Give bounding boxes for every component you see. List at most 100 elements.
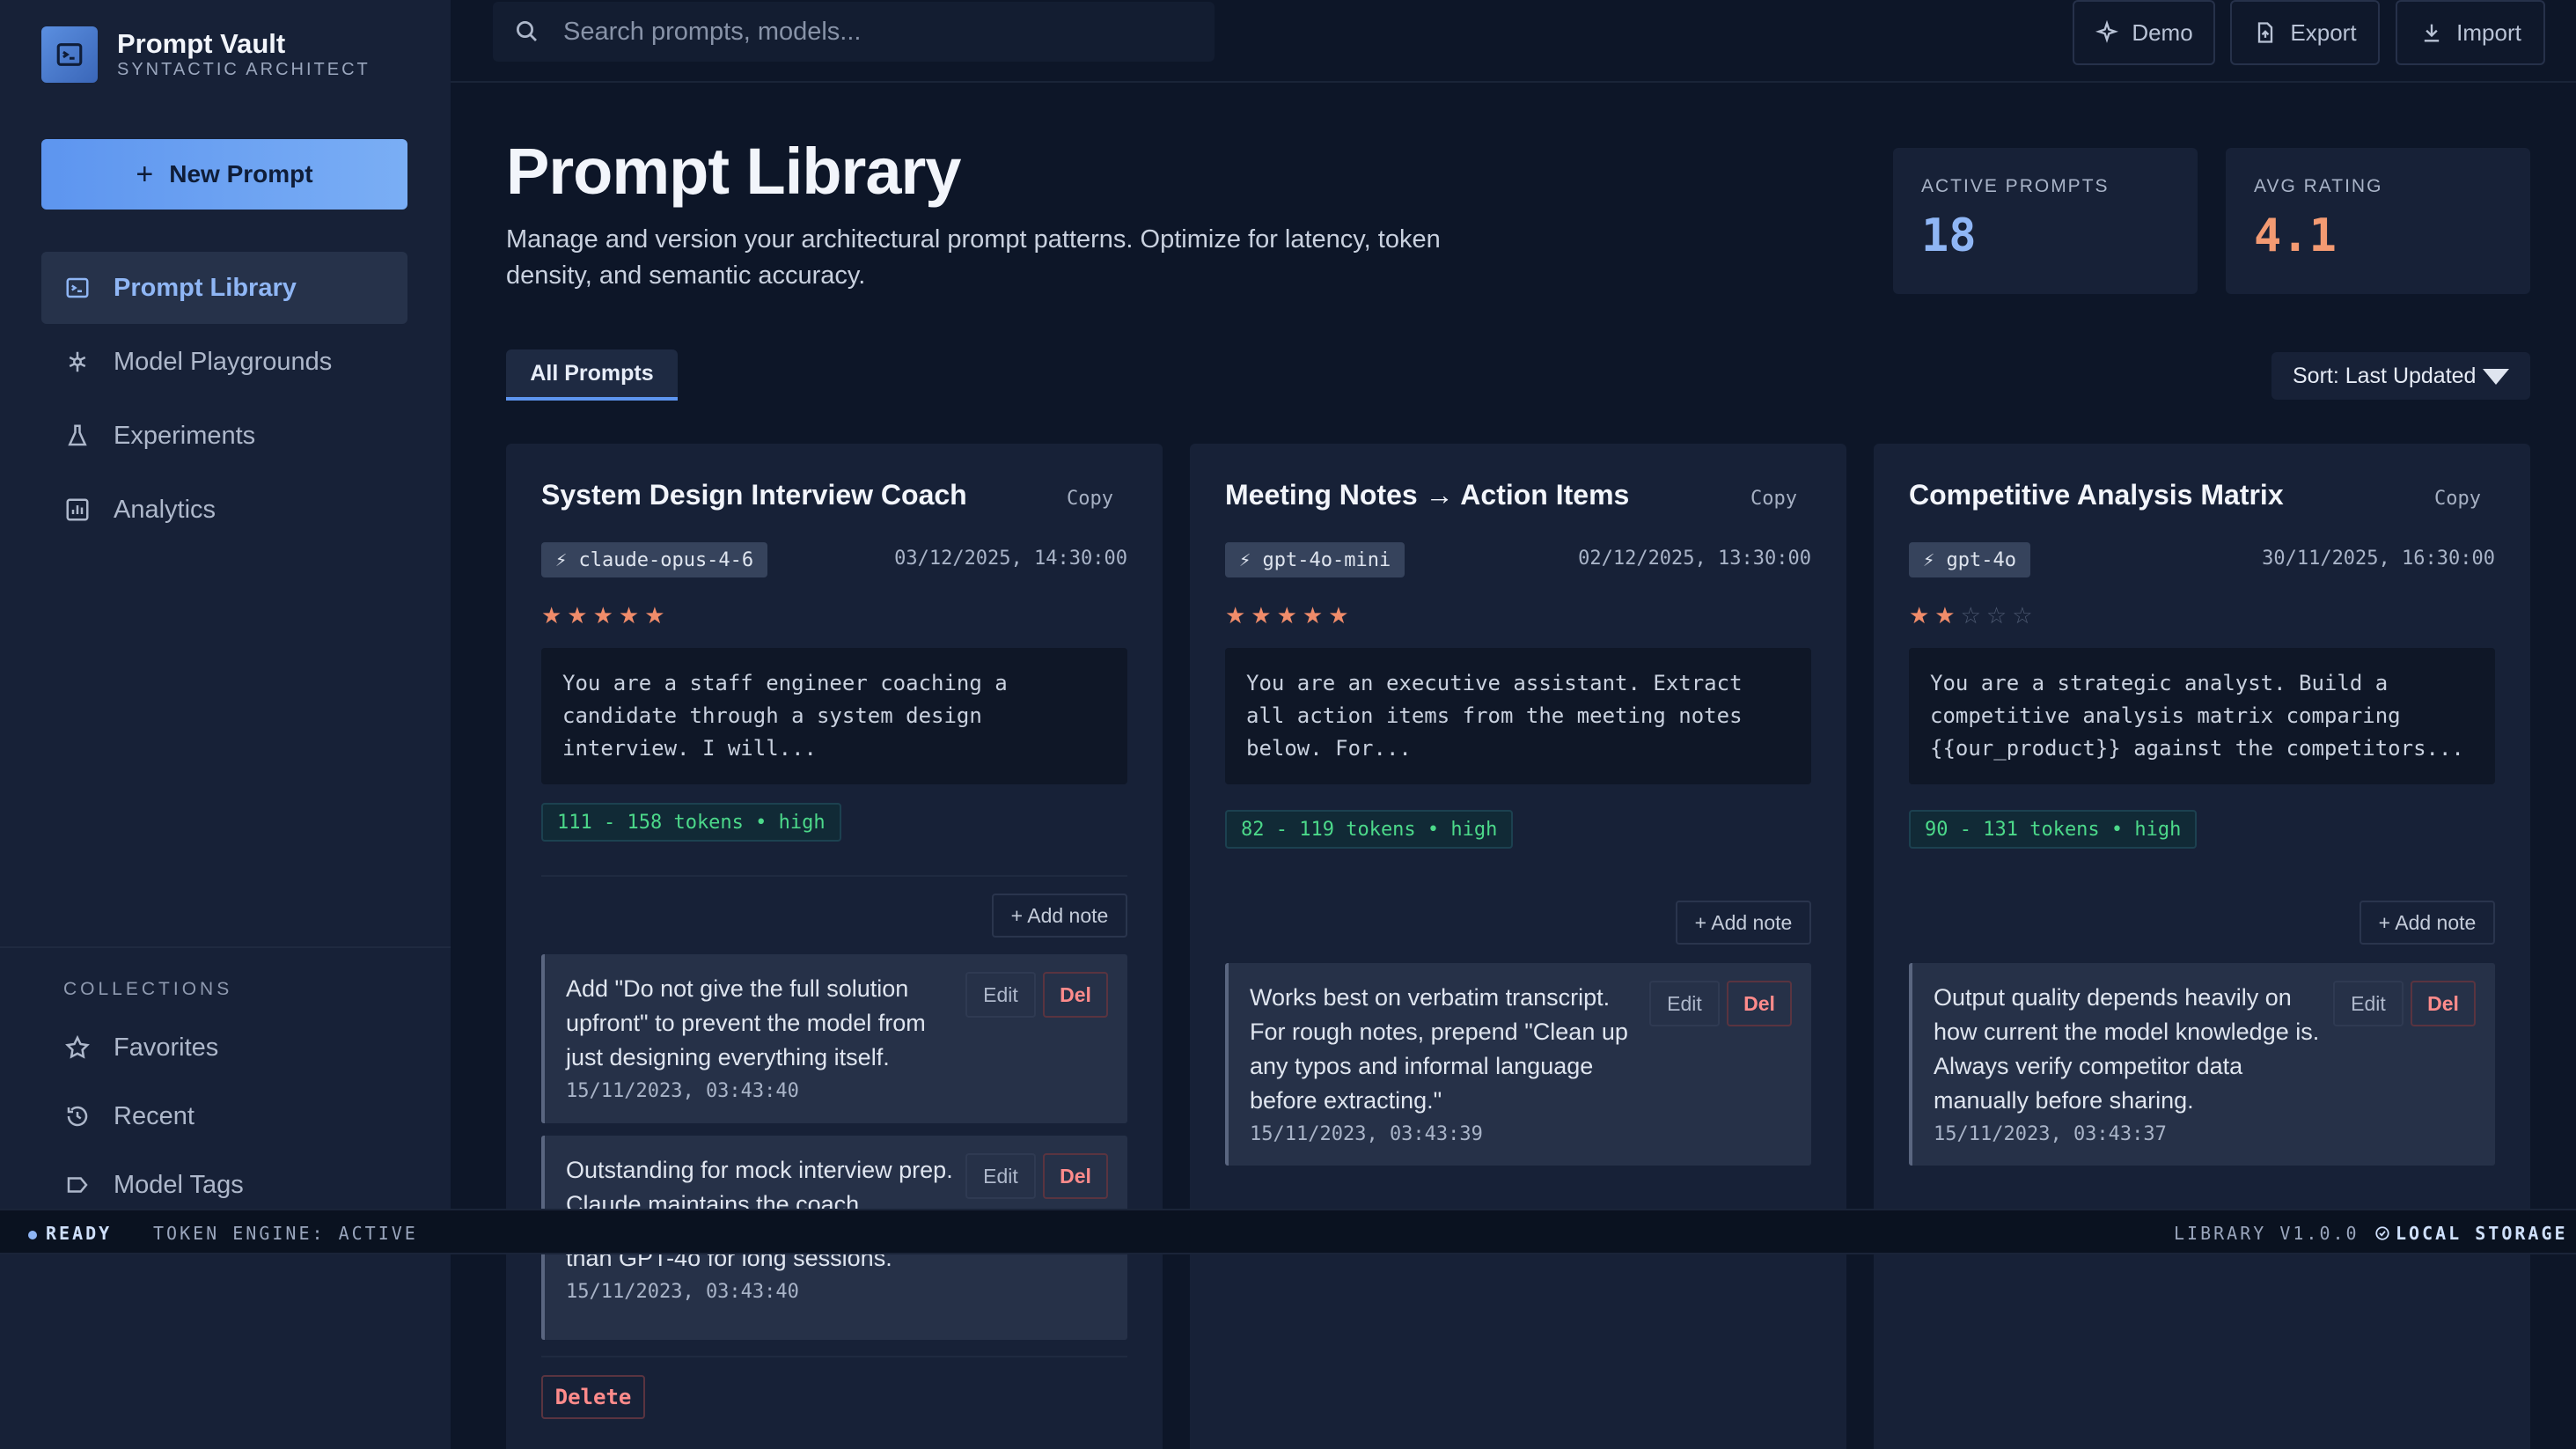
top-bar: Demo Export Import <box>451 0 2576 83</box>
note-delete-button[interactable]: Del <box>1043 972 1108 1018</box>
model-tag: ⚡ gpt-4o <box>1909 542 2030 577</box>
stat-label: AVG RATING <box>2254 176 2383 196</box>
card-date: 30/11/2025, 16:30:00 <box>2262 548 2495 570</box>
note-edit-button[interactable]: Edit <box>2333 981 2404 1026</box>
sort-select[interactable]: Sort: Last Updated <box>2271 352 2530 400</box>
sidebar-item-analytics[interactable]: Analytics <box>41 474 407 546</box>
note-edit-button[interactable]: Edit <box>965 1153 1036 1199</box>
prompt-preview[interactable]: You are a staff engineer coaching a cand… <box>541 648 1127 784</box>
sidebar-item-label: Prompt Library <box>114 273 297 302</box>
status-storage: LOCAL STORAGE <box>2374 1223 2568 1244</box>
search-input[interactable] <box>563 17 1179 47</box>
add-note-button[interactable]: + Add note <box>992 894 1127 938</box>
download-icon <box>2424 24 2440 42</box>
add-note-button[interactable]: + Add note <box>1676 901 1811 945</box>
sidebar-item-recent[interactable]: Recent <box>41 1083 407 1150</box>
star-rating[interactable]: ★★★★★ <box>541 602 671 629</box>
card-title: Competitive Analysis Matrix <box>1909 479 2284 511</box>
status-storage-label: LOCAL STORAGE <box>2396 1223 2568 1244</box>
chart-icon <box>66 498 89 521</box>
note-text: Works best on verbatim transcript. For r… <box>1250 984 1628 1114</box>
sparkle-icon <box>2095 20 2119 43</box>
copy-button[interactable]: Copy <box>1750 488 1797 510</box>
note-delete-button[interactable]: Del <box>1043 1153 1108 1199</box>
status-ready-label: READY <box>46 1223 113 1244</box>
status-ready: READY <box>28 1223 112 1244</box>
card-divider <box>541 875 1127 877</box>
star-rating[interactable]: ★★★★★ <box>1225 602 1354 629</box>
star-icon <box>65 1034 90 1059</box>
demo-label: Demo <box>2132 18 2193 46</box>
note-date: 15/11/2023, 03:43:40 <box>566 1281 799 1303</box>
search-bar[interactable] <box>493 2 1215 62</box>
page-description: Manage and version your architectural pr… <box>506 225 1441 290</box>
delete-prompt-button[interactable]: Delete <box>541 1375 645 1419</box>
copy-button[interactable]: Copy <box>2434 488 2481 510</box>
status-engine: TOKEN ENGINE: ACTIVE <box>153 1223 418 1244</box>
note-delete-button[interactable]: Del <box>2411 981 2476 1026</box>
model-tag: ⚡ gpt-4o-mini <box>1225 542 1405 577</box>
tag-icon <box>67 1177 88 1193</box>
card-date: 02/12/2025, 13:30:00 <box>1578 548 1811 570</box>
sidebar-item-label: Model Playgrounds <box>114 347 333 376</box>
tab-all-prompts[interactable]: All Prompts <box>506 349 678 401</box>
new-prompt-button[interactable]: + New Prompt <box>41 139 407 210</box>
export-button[interactable]: Export <box>2230 0 2380 65</box>
stat-value: 4.1 <box>2254 210 2337 262</box>
vault-logo-icon <box>41 26 98 83</box>
note-edit-button[interactable]: Edit <box>965 972 1036 1018</box>
card-title: System Design Interview Coach <box>541 479 967 511</box>
prompt-preview[interactable]: You are an executive assistant. Extract … <box>1225 648 1811 784</box>
sort-label: Sort: Last Updated <box>2293 363 2477 388</box>
note-edit-button[interactable]: Edit <box>1649 981 1720 1026</box>
star-rating[interactable]: ★★☆☆☆ <box>1909 602 2038 629</box>
note-item: Add "Do not give the full solution upfro… <box>541 954 1127 1123</box>
brand[interactable]: Prompt Vault SYNTACTIC ARCHITECT <box>41 26 371 83</box>
history-icon <box>67 1106 88 1127</box>
prompt-card: Meeting Notes → Action Items Copy ⚡ gpt-… <box>1190 444 1846 1449</box>
note-date: 15/11/2023, 03:43:37 <box>1934 1123 2167 1145</box>
model-tag: ⚡ claude-opus-4-6 <box>541 542 768 577</box>
token-badge: 111 - 158 tokens • high <box>541 803 841 842</box>
prompt-card: System Design Interview Coach Copy ⚡ cla… <box>506 444 1163 1449</box>
file-export-icon <box>2258 22 2273 43</box>
sidebar-item-experiments[interactable]: Experiments <box>41 400 407 472</box>
page-title: Prompt Library <box>506 135 961 208</box>
terminal-icon <box>66 277 89 298</box>
sidebar-item-label: Experiments <box>114 421 256 450</box>
brand-title: Prompt Vault <box>117 28 286 59</box>
sidebar-item-label: Favorites <box>114 1033 219 1062</box>
add-note-button[interactable]: + Add note <box>2359 901 2495 945</box>
token-badge: 82 - 119 tokens • high <box>1225 810 1514 849</box>
note-delete-button[interactable]: Del <box>1727 981 1792 1026</box>
status-version: LIBRARY V1.0.0 <box>2174 1223 2359 1244</box>
new-prompt-label: New Prompt <box>169 160 313 188</box>
status-bar: READY TOKEN ENGINE: ACTIVE LIBRARY V1.0.… <box>0 1209 2576 1254</box>
plus-icon: + <box>136 157 154 191</box>
sidebar-item-favorites[interactable]: Favorites <box>41 1014 407 1081</box>
import-label: Import <box>2456 18 2521 46</box>
token-badge: 90 - 131 tokens • high <box>1909 810 2198 849</box>
copy-button[interactable]: Copy <box>1067 488 1113 510</box>
prompt-preview[interactable]: You are a strategic analyst. Build a com… <box>1909 648 2495 784</box>
note-date: 15/11/2023, 03:43:39 <box>1250 1123 1483 1145</box>
network-icon <box>69 351 86 372</box>
import-button[interactable]: Import <box>2396 0 2545 65</box>
card-date: 03/12/2025, 14:30:00 <box>894 548 1127 570</box>
search-icon <box>517 21 537 41</box>
stat-active-prompts: ACTIVE PROMPTS 18 <box>1893 148 2198 294</box>
brand-subtitle: SYNTACTIC ARCHITECT <box>117 60 371 79</box>
caret-down-icon <box>2483 369 2510 385</box>
stat-avg-rating: AVG RATING 4.1 <box>2226 148 2530 294</box>
prompt-card: Competitive Analysis Matrix Copy ⚡ gpt-4… <box>1874 444 2530 1449</box>
sidebar-item-label: Model Tags <box>114 1170 244 1199</box>
collections-title: COLLECTIONS <box>63 979 233 999</box>
ready-dot-icon <box>28 1230 37 1239</box>
stat-label: ACTIVE PROMPTS <box>1921 176 2110 196</box>
card-title: Meeting Notes → Action Items <box>1225 479 1630 511</box>
sidebar-item-prompt-library[interactable]: Prompt Library <box>41 252 407 324</box>
demo-button[interactable]: Demo <box>2073 0 2215 65</box>
main-nav: Prompt Library Model Playgrounds Experim… <box>41 252 407 548</box>
sidebar-item-model-playgrounds[interactable]: Model Playgrounds <box>41 326 407 398</box>
note-item: Output quality depends heavily on how cu… <box>1909 963 2495 1166</box>
